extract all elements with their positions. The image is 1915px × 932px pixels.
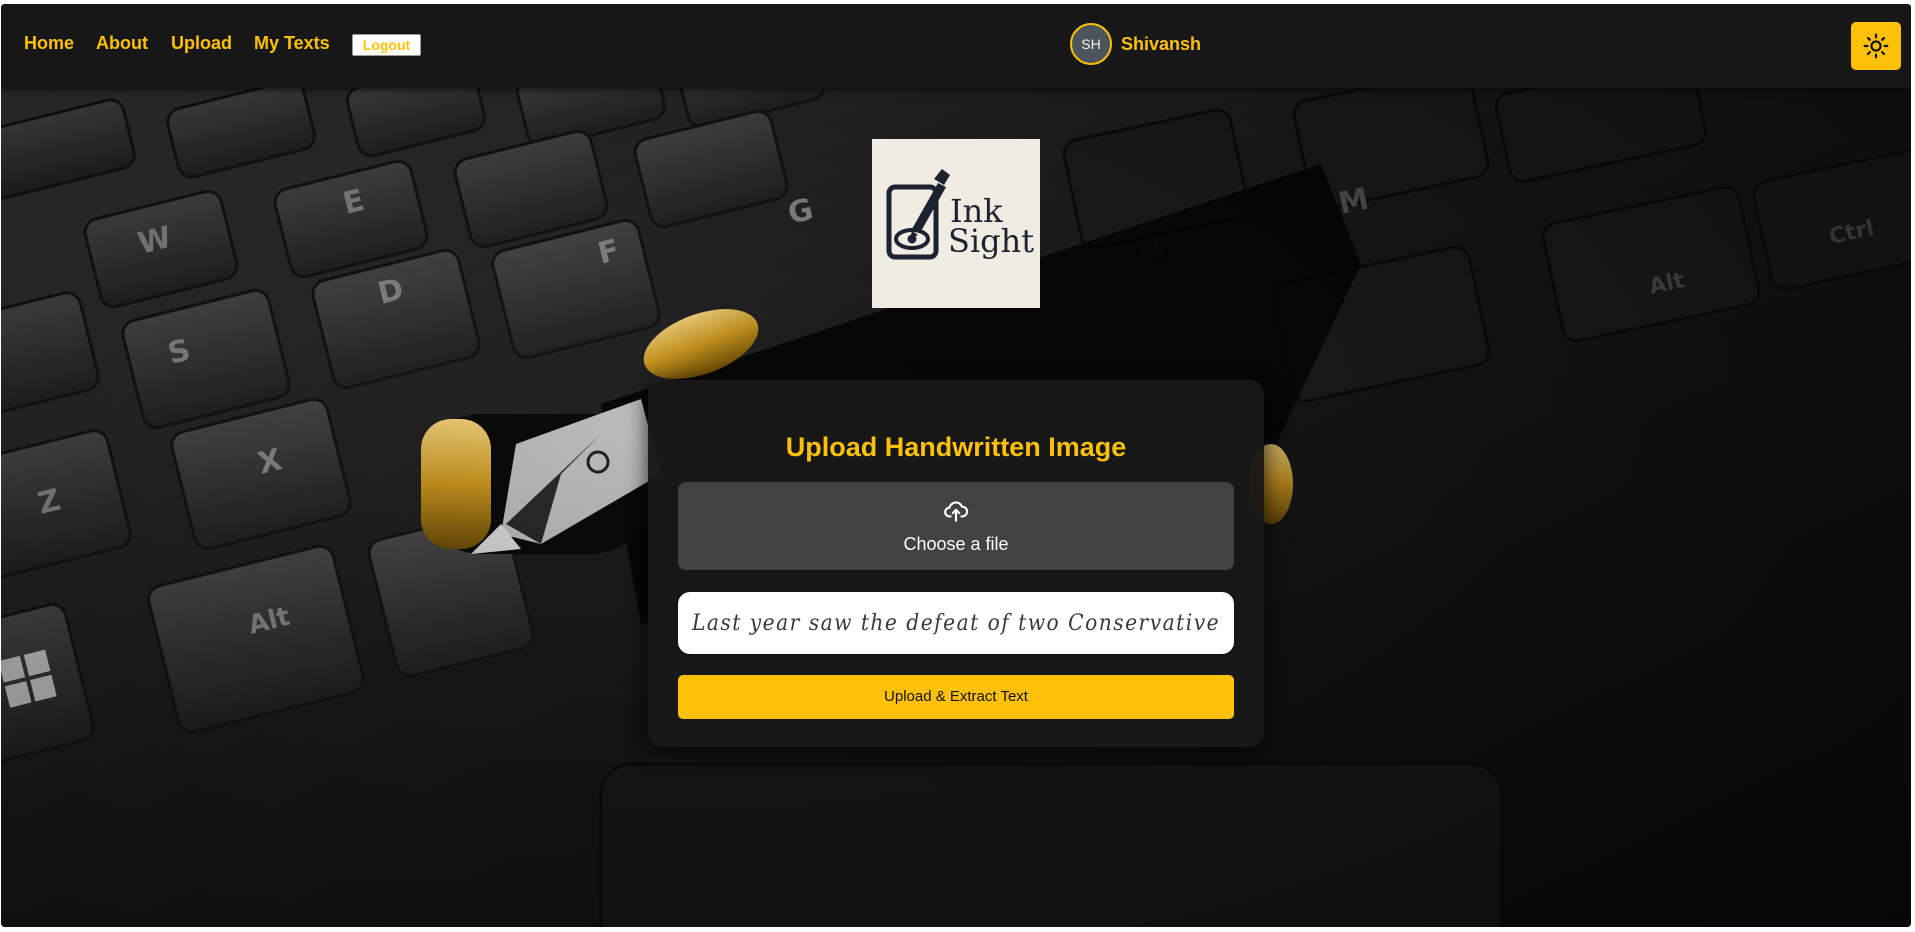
upload-card: Upload Handwritten Image Choose a file L…: [648, 380, 1264, 747]
app-frame: W E F D S X Z Alt G M N Alt Ctrl: [1, 4, 1911, 927]
handwritten-preview-text: Last year saw the defeat of two Conserva…: [691, 610, 1221, 636]
sun-icon: [1863, 33, 1889, 59]
file-label: Choose a file: [903, 534, 1009, 554]
navbar: Home About Upload My Texts Logout SH Shi…: [1, 4, 1911, 88]
logo-word-sight: Sight: [948, 222, 1034, 260]
file-chooser[interactable]: Choose a file: [678, 482, 1234, 570]
nav-link-my-texts[interactable]: My Texts: [254, 33, 330, 54]
theme-toggle-button[interactable]: [1851, 22, 1901, 70]
app-logo: Ink Sight: [872, 139, 1040, 308]
username: Shivansh: [1121, 33, 1202, 54]
image-preview: Last year saw the defeat of two Conserva…: [678, 592, 1234, 654]
nav-link-home[interactable]: Home: [24, 33, 74, 54]
logout-button[interactable]: Logout: [352, 34, 421, 56]
user-profile[interactable]: SH Shivansh: [1070, 23, 1201, 65]
nav-link-upload[interactable]: Upload: [171, 33, 232, 54]
upload-title: Upload Handwritten Image: [785, 432, 1127, 462]
cloud-upload-icon: [944, 501, 969, 522]
nav-link-about[interactable]: About: [96, 33, 148, 54]
upload-extract-button[interactable]: Upload & Extract Text: [678, 675, 1234, 719]
avatar: SH: [1070, 23, 1112, 65]
ink-sight-logo: Ink Sight: [886, 169, 1034, 260]
